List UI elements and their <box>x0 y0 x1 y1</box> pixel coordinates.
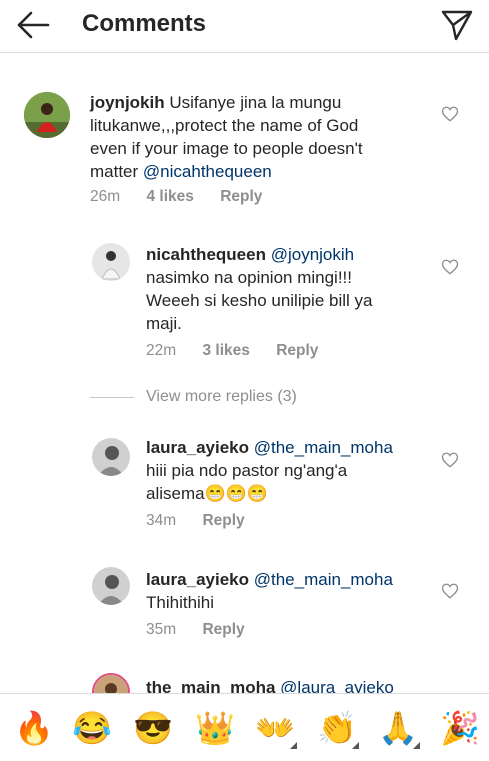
timestamp: 26m <box>90 188 121 205</box>
likes-count[interactable]: 3 likes <box>202 342 249 359</box>
sunglasses-icon[interactable]: 😎 <box>133 708 173 748</box>
comment-username[interactable]: laura_ayieko <box>146 438 249 457</box>
comment-text: the_main_moha @laura_ayieko <box>146 676 446 693</box>
reply-button[interactable]: Reply <box>276 342 318 359</box>
comment-text: laura_ayieko @the_main_moha Thihithihi <box>146 570 393 612</box>
header-bar: Comments <box>0 0 489 53</box>
page-title: Comments <box>82 10 207 37</box>
mention-link[interactable]: @nicahthequeen <box>143 162 272 181</box>
avatar[interactable] <box>24 92 70 138</box>
reply-button[interactable]: Reply <box>202 512 244 529</box>
timestamp: 22m <box>146 342 177 359</box>
timestamp: 35m <box>146 621 177 638</box>
heart-icon[interactable] <box>441 258 459 276</box>
mention-link[interactable]: @joynjokih <box>271 245 354 264</box>
view-more-label[interactable]: View more replies (3) <box>146 388 297 406</box>
avatar[interactable] <box>92 567 130 605</box>
likes-count[interactable]: 4 likes <box>146 188 193 205</box>
clapping-hands-icon[interactable]: 👏 <box>317 708 357 748</box>
paper-plane-icon[interactable] <box>440 8 474 42</box>
comment-meta: 26m 4 likes Reply <box>90 188 284 206</box>
skin-tone-indicator <box>290 742 297 749</box>
reply-button[interactable]: Reply <box>220 188 262 205</box>
heart-icon[interactable] <box>441 451 459 469</box>
comment-text: joynjokih Usifanye jina la mungu litukan… <box>90 93 363 181</box>
mention-link[interactable]: @laura_ayieko <box>280 678 394 693</box>
skin-tone-indicator <box>413 742 420 749</box>
comment-username[interactable]: joynjokih <box>90 93 165 112</box>
reply-button[interactable]: Reply <box>202 621 244 638</box>
avatar[interactable] <box>92 438 130 476</box>
comment-username[interactable]: the_main_moha <box>146 678 275 693</box>
tears-of-joy-icon[interactable]: 😂 <box>72 708 112 748</box>
arrow-left-icon[interactable] <box>16 10 50 40</box>
comment-username[interactable]: laura_ayieko <box>146 570 249 589</box>
comment-meta: 35m Reply <box>146 621 267 639</box>
open-hands-icon[interactable]: 👐 <box>255 708 295 748</box>
comment-username[interactable]: nicahthequeen <box>146 245 266 264</box>
emoji-quick-bar: 🔥 😂 😎 👑 👐 👏 🙏 🎉 <box>0 693 489 761</box>
avatar[interactable] <box>92 243 130 281</box>
party-popper-icon[interactable]: 🎉 <box>440 708 480 748</box>
heart-icon[interactable] <box>441 582 459 600</box>
timestamp: 34m <box>146 512 177 529</box>
mention-link[interactable]: @the_main_moha <box>254 438 393 457</box>
heart-icon[interactable] <box>441 105 459 123</box>
skin-tone-indicator <box>352 742 359 749</box>
fire-icon[interactable]: 🔥 <box>14 708 54 748</box>
comment-meta: 22m 3 likes Reply <box>146 342 340 360</box>
folded-hands-icon[interactable]: 🙏 <box>378 708 418 748</box>
comment-text: laura_ayieko @the_main_moha hiii pia ndo… <box>146 438 393 503</box>
mention-link[interactable]: @the_main_moha <box>254 570 393 589</box>
comment-meta: 34m Reply <box>146 512 267 530</box>
comment-text: nicahthequeen @joynjokih nasimko na opin… <box>146 245 373 333</box>
crown-icon[interactable]: 👑 <box>195 708 235 748</box>
divider <box>90 397 134 398</box>
